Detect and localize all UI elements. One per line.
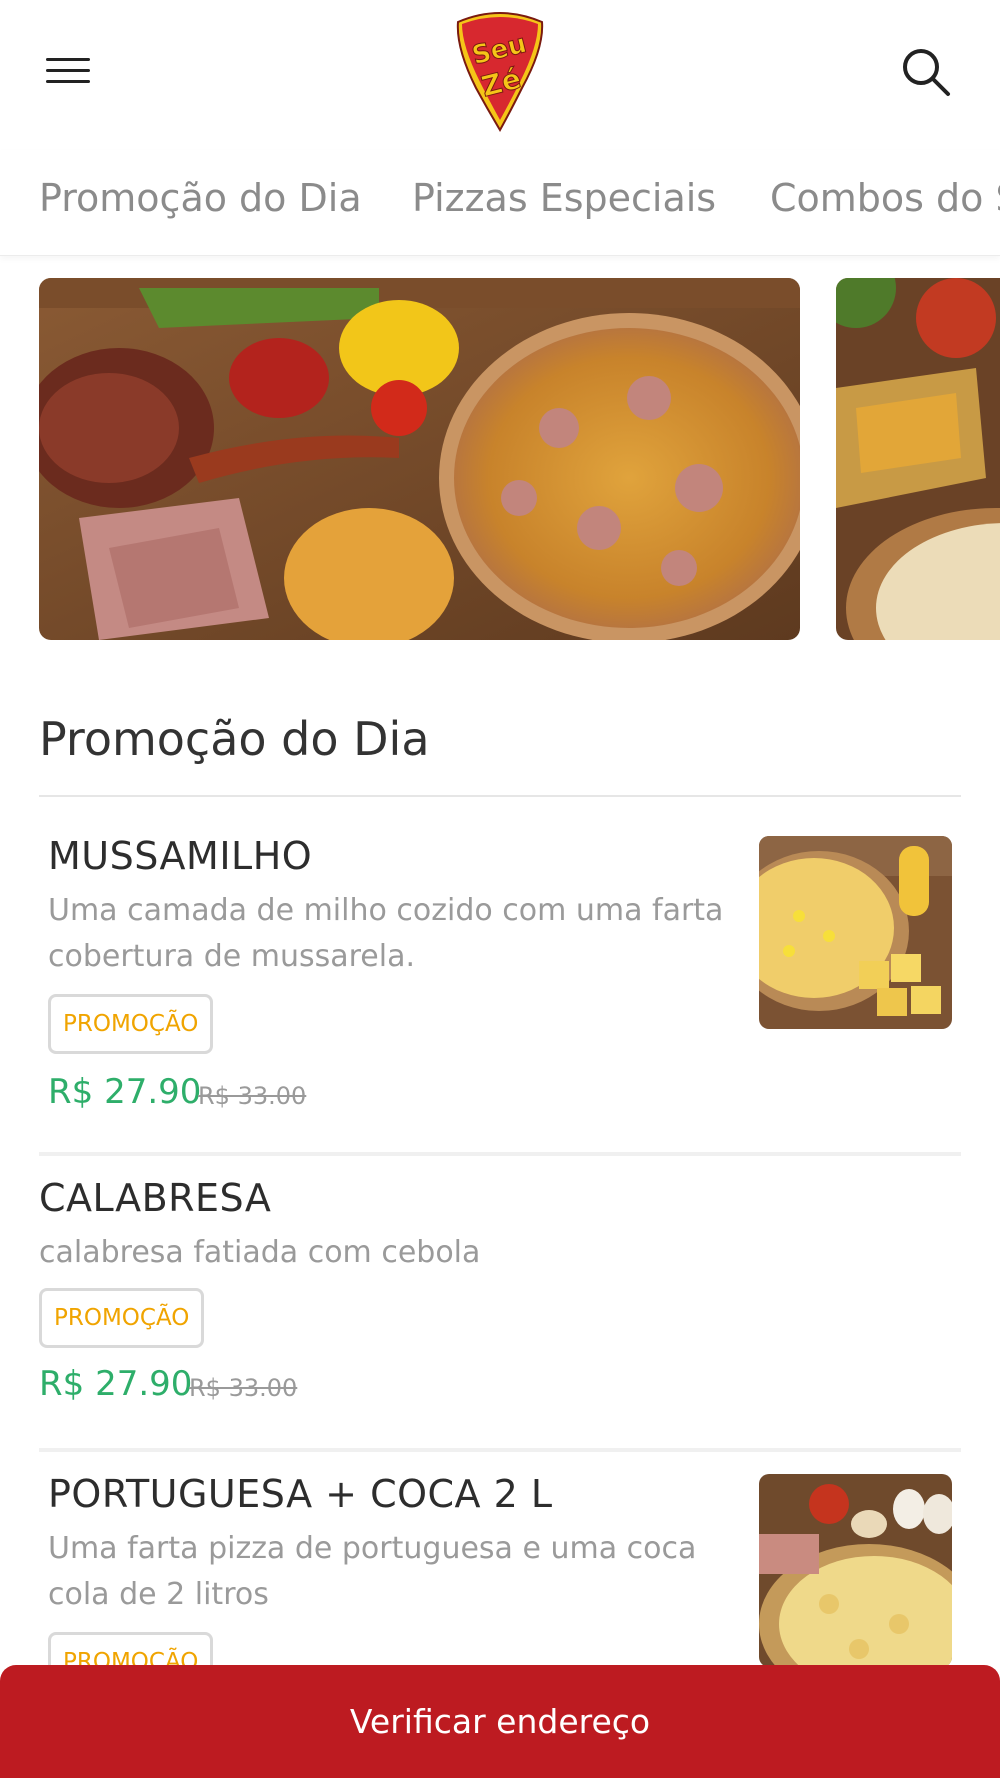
product-old-price: R$ 33.00 [189, 1374, 298, 1402]
promo-badge: PROMOÇÃO [48, 994, 214, 1054]
product-divider [39, 1448, 961, 1452]
banner-image-pizza[interactable] [39, 278, 800, 640]
banner-image-secondary[interactable] [836, 278, 1000, 640]
tab-promocao-do-dia[interactable]: Promoção do Dia [39, 176, 362, 220]
tab-pizzas-especiais[interactable]: Pizzas Especiais [412, 176, 716, 220]
product-image-portuguesa[interactable] [759, 1474, 952, 1667]
product-description: Uma camada de milho cozido com uma farta… [48, 893, 724, 974]
section-divider [39, 795, 961, 797]
product-card-mussamilho[interactable]: MUSSAMILHO Uma camada de milho cozido co… [39, 826, 961, 1156]
product-price: R$ 27.90 [48, 1072, 202, 1112]
hamburger-menu-icon[interactable] [40, 46, 96, 94]
category-tabs: Promoção do Dia Pizzas Especiais Combos … [0, 150, 1000, 256]
banner-carousel [0, 278, 1000, 640]
product-old-price: R$ 33.00 [198, 1082, 307, 1110]
product-divider [39, 1152, 961, 1156]
app-header: Seu Zé [0, 0, 1000, 140]
product-price: R$ 27.90 [39, 1364, 193, 1404]
tab-combos[interactable]: Combos do S [770, 176, 1000, 220]
product-name: CALABRESA [39, 1176, 272, 1220]
product-image-mussamilho[interactable] [759, 836, 952, 1029]
app-screen: Seu Zé Promoção do Dia Pizzas Especiais … [0, 0, 1000, 1778]
product-card-calabresa[interactable]: CALABRESA calabresa fatiada com cebola P… [39, 1168, 961, 1448]
product-name: PORTUGUESA + COCA 2 L [48, 1472, 553, 1516]
check-address-button[interactable]: Verificar endereço [0, 1665, 1000, 1778]
product-description: Uma farta pizza de portuguesa e uma coca… [48, 1531, 697, 1612]
promo-badge: PROMOÇÃO [39, 1288, 205, 1348]
product-name: MUSSAMILHO [48, 834, 313, 878]
section-title: Promoção do Dia [39, 712, 430, 766]
brand-logo[interactable]: Seu Zé [452, 8, 548, 132]
product-description: calabresa fatiada com cebola [39, 1235, 481, 1270]
search-icon[interactable] [898, 44, 954, 100]
